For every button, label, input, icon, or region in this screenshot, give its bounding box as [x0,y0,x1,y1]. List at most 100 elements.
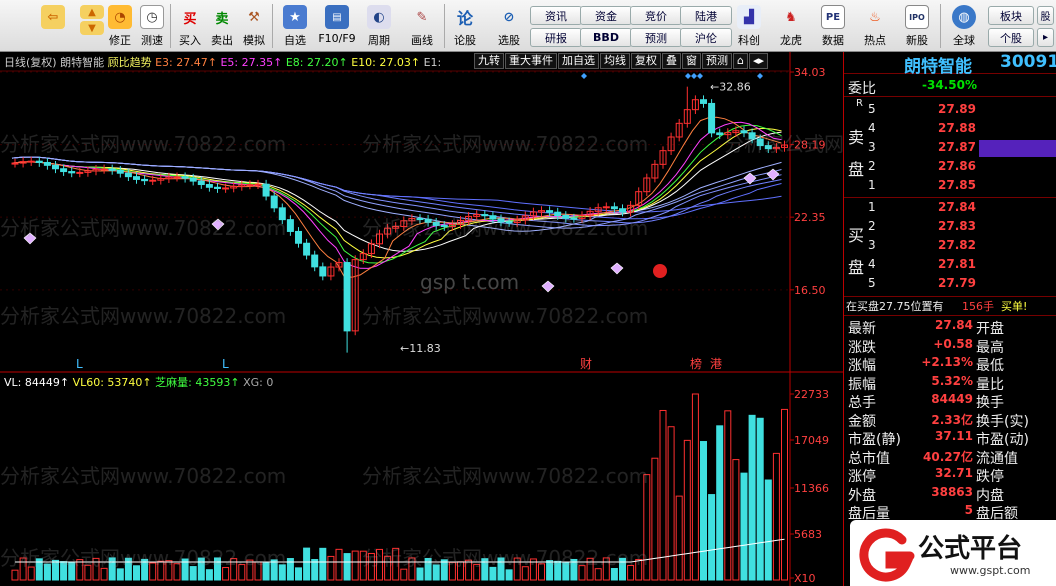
bid-level: 5 [868,276,876,290]
event-diamond-icon [685,73,691,79]
stock-pick-label: 选股 [498,34,520,47]
ask-row[interactable]: 5 27.89 [844,102,1056,119]
back-button[interactable]: ⇦ [38,2,68,50]
ipo-label: 新股 [906,34,928,47]
bbd-pill[interactable]: BBD [580,28,632,47]
stat-key: 市盈(静) [848,432,901,448]
weibi-label: 委比 [848,81,876,97]
more-pill[interactable]: 股 [1037,6,1054,25]
stat-key-2: 换手(实) [976,413,1029,430]
volume-bar [708,494,716,581]
window-tab[interactable]: 窗 [682,53,701,69]
bid-row[interactable]: 3 27.82 [844,238,1056,255]
volume-bar [700,441,707,581]
candle-body [214,186,221,189]
add-watch-tab[interactable]: 加自选 [558,53,599,69]
speed-button[interactable]: ◷ 测速 [138,2,166,50]
arrow-up-icon: ▲ [80,5,104,19]
stock-pill[interactable]: 个股 [988,28,1034,47]
scroll-right-button[interactable]: ▸ [1037,28,1054,47]
bid-row[interactable]: 2 27.83 [844,219,1056,236]
ask-row[interactable]: 2 27.86 [844,159,1056,176]
ipo-button[interactable]: IPO 新股 [900,2,934,50]
research-pill[interactable]: 研报 [530,28,582,47]
bid-level: 4 [868,257,876,271]
candle-body [124,172,132,178]
indicator-name: 顾比趋势 [107,56,152,69]
toolbar: ⇦ ▲ ▼ ◔ 修正 ◷ 测速 买买入 卖卖出 ⚒ 模拟 ★ 自选 ▤ F10/F9 ◐ 周期… [0,0,1056,52]
buy-button[interactable]: 买买入 [176,2,204,50]
data-label: 数据 [822,34,844,47]
overlay-tab[interactable]: 叠 [662,53,681,69]
bid-row[interactable]: 1 27.84 [844,200,1056,217]
volume-bar [351,550,359,581]
gem-icon [610,262,624,275]
fix-button[interactable]: ◔ 修正 [106,2,134,50]
stat-key-2: 内盘 [976,487,1004,504]
weibi-row: 委比 -34.50% [844,78,1056,97]
data-button[interactable]: PE 数据 [816,2,850,50]
buy-icon: 买 [183,11,197,27]
forecast-pill[interactable]: 预测 [630,28,682,47]
lock-icon[interactable]: ⌂ [733,53,748,69]
ask-row[interactable]: 1 27.85 [844,178,1056,195]
up-down-button[interactable]: ▲ ▼ [78,2,106,50]
ask-row[interactable]: 4 27.88 [844,121,1056,138]
star-icon: ★ [283,5,307,29]
nine-turn-tab[interactable]: 九转 [474,53,504,69]
discuss-button[interactable]: 论论股 [450,2,480,50]
stat-key: 振幅 [848,376,876,393]
simulate-button[interactable]: ⚒ 模拟 [240,2,268,50]
dragon-tiger-button[interactable]: ♞ 龙虎 [774,2,808,50]
low-price-label: ←11.83 [400,342,441,355]
volume-info: VL: 84449↑ VL60: 53740↑ 芝麻量: 43593↑ XG: … [4,375,273,389]
signal-ball-icon [653,264,667,278]
stat-key: 总手 [848,395,876,411]
e5-value: E5: 27.35 [220,56,274,69]
hot-button[interactable]: ♨ 热点 [858,2,892,50]
event-diamond-icon [757,73,763,79]
separator [272,4,273,48]
funds-pill[interactable]: 资金 [580,6,632,25]
price-axis-label: 34.03 [794,66,826,79]
period-icon: ◐ [367,5,391,29]
predict-tab[interactable]: 预测 [702,53,732,69]
chart-marker: L [222,357,229,371]
price-highlight [979,140,1056,157]
stock-title: 朗特智能 [904,57,972,77]
sell-button[interactable]: 卖卖出 [208,2,236,50]
ma-tab[interactable]: 均线 [600,53,630,69]
stock-pick-button[interactable]: ⊘ 选股 [492,2,526,50]
arrow-down-icon: ▼ [80,21,104,35]
bid-row[interactable]: 5 27.79 [844,276,1056,293]
watermark: 分析家公式网www.70822.com [0,546,287,570]
collapse-icon[interactable]: ◂▸ [748,53,769,69]
auction-pill[interactable]: 竞价 [630,6,682,25]
sector-pill[interactable]: 板块 [988,6,1034,25]
candle-body [286,219,294,232]
hk-connect-pill[interactable]: 陆港 [680,6,732,25]
bid-row[interactable]: 4 27.81 [844,257,1056,274]
period-button[interactable]: ◐ 周期 [362,2,396,50]
news-pill[interactable]: 资讯 [530,6,582,25]
hot-label: 热点 [864,34,886,47]
watermark: 分析家公式网www.70822.com [0,304,287,328]
period-label: 周期 [368,34,390,47]
watchlist-button[interactable]: ★ 自选 [278,2,312,50]
chart-area[interactable]: 34.03 28.19 22.35 16.50 ←32.86 ←11.83 L L 财榜港 VL:… [0,52,1010,586]
global-button[interactable]: ◍ 全球 [944,2,984,50]
f10-button[interactable]: ▤ F10/F9 [316,2,358,50]
major-event-tab[interactable]: 重大事件 [505,53,557,69]
adjust-tab[interactable]: 复权 [631,53,661,69]
shanghai-london-pill[interactable]: 沪伦 [680,28,732,47]
volume-bar [675,495,683,581]
candle-body [319,266,327,277]
volume-bar [756,417,764,581]
event-diamond-icon [581,73,587,79]
stat-value: 32.71 [935,466,973,480]
volume-bar [740,472,748,581]
star-market-button[interactable]: ▟ 科创 [732,2,766,50]
ipo-icon: IPO [905,5,929,29]
f10-label: F10/F9 [318,32,356,45]
draw-button[interactable]: ✎ 画线 [404,2,440,50]
